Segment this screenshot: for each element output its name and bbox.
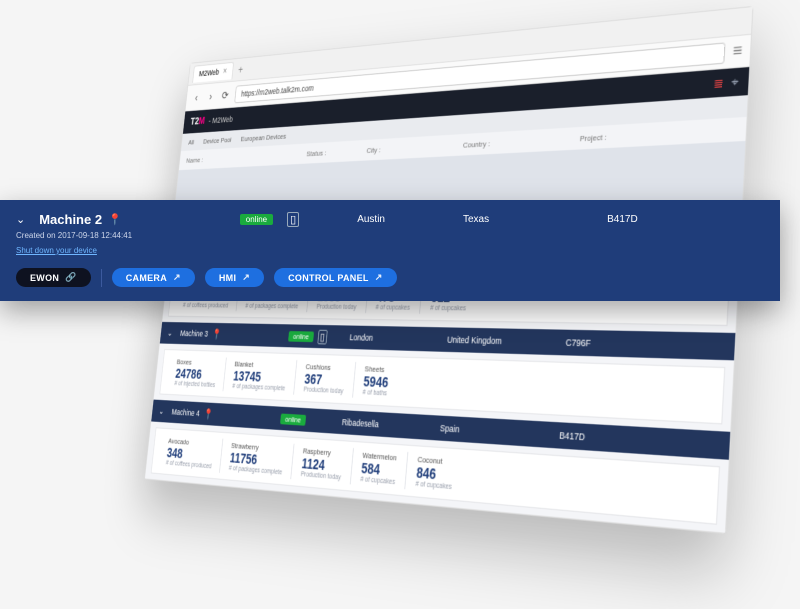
- browser-tab[interactable]: M2Web ×: [192, 61, 233, 82]
- forward-icon[interactable]: ›: [206, 90, 216, 103]
- created-text: Created on 2017-09-18 12:44:41: [16, 231, 764, 240]
- control-panel-button[interactable]: CONTROL PANEL ↗: [274, 268, 396, 287]
- external-link-icon: ↗: [242, 272, 250, 283]
- kpi-sublabel: # of baths: [362, 389, 387, 397]
- hmi-button[interactable]: HMI ↗: [205, 268, 264, 287]
- kpi-card: Strawberry11756# of packages complete: [219, 439, 294, 480]
- pin-icon: 📍: [211, 328, 222, 340]
- kpi-card: Watermelon584# of cupcakes: [350, 448, 408, 489]
- machine-city: Ribadesella: [341, 417, 440, 433]
- col-city[interactable]: City :: [366, 140, 463, 154]
- expanded-country: Texas: [463, 214, 489, 225]
- kpi-sublabel: Production today: [316, 304, 356, 311]
- device-icon: ▯: [287, 212, 299, 227]
- kpi-sublabel: # of injected bottles: [174, 380, 215, 388]
- machine-country: Spain: [440, 423, 560, 441]
- filter-all[interactable]: All: [188, 138, 195, 146]
- pin-icon: 📍: [108, 213, 122, 226]
- ewon-button[interactable]: EWON 🔗: [16, 268, 91, 287]
- shutdown-link[interactable]: Shut down your device: [16, 246, 97, 255]
- device-icon: ▯: [317, 329, 327, 344]
- external-link-icon: ↗: [173, 272, 181, 283]
- chevron-down-icon: ⌄: [167, 328, 173, 338]
- kpi-sublabel: Production today: [303, 386, 343, 395]
- status-badge: online: [288, 331, 314, 342]
- back-icon[interactable]: ‹: [191, 91, 201, 104]
- machine-name: Machine 4: [171, 407, 200, 418]
- kpi-sublabel: # of packages complete: [232, 383, 285, 392]
- chevron-down-icon[interactable]: ⌄: [16, 213, 25, 226]
- col-status[interactable]: Status :: [306, 146, 367, 158]
- kpi-sublabel: # of cupcakes: [375, 304, 410, 311]
- machine-country: United Kingdom: [447, 335, 566, 348]
- expanded-machine-panel: ⌄ Machine 2 📍 online ▯ Austin Texas B417…: [0, 200, 780, 301]
- expanded-title: Machine 2 📍: [39, 212, 122, 227]
- new-tab-icon[interactable]: +: [238, 63, 244, 76]
- col-country[interactable]: Country :: [463, 134, 581, 150]
- kpi-value: 367: [304, 371, 345, 388]
- machine-city: London: [349, 332, 447, 344]
- chevron-down-icon: ⌄: [158, 406, 164, 416]
- address-text: https://m2web.talk2m.com: [241, 83, 315, 98]
- kpi-value: 5946: [363, 373, 389, 390]
- filter-euro[interactable]: European Devices: [241, 132, 287, 143]
- filter-device-pool[interactable]: Device Pool: [203, 135, 232, 145]
- status-badge: online: [280, 413, 306, 425]
- col-project[interactable]: Project :: [580, 126, 709, 143]
- reload-icon[interactable]: ⟳: [220, 88, 231, 101]
- kpi-sublabel: # of coffees produced: [183, 302, 229, 309]
- tab-title: M2Web: [199, 68, 220, 79]
- brand-logo: T2M: [190, 116, 205, 127]
- kpi-card: Cushions367Production today: [293, 360, 355, 398]
- menu-icon[interactable]: ≡: [732, 41, 742, 61]
- external-link-icon: ↗: [375, 272, 383, 283]
- list-view-icon[interactable]: ≣: [713, 75, 724, 92]
- kpi-card: Sheets5946# of baths: [352, 362, 399, 400]
- kpi-card: Raspberry1124Production today: [290, 444, 352, 485]
- kpi-card: Blanket13745# of packages complete: [223, 358, 297, 395]
- separator: [101, 269, 102, 287]
- kpi-sublabel: # of packages complete: [245, 303, 298, 310]
- machine-project: C796F: [565, 337, 696, 351]
- pin-icon: 📍: [203, 408, 214, 421]
- kpi-card: Coconut846# of cupcakes: [404, 452, 464, 494]
- map-pin-icon[interactable]: ⌖: [731, 74, 739, 91]
- expanded-project: B417D: [607, 214, 638, 225]
- kpi-card: Avocado348# of coffees produced: [157, 434, 222, 473]
- camera-button[interactable]: CAMERA ↗: [112, 268, 195, 287]
- kpi-card: Boxes24786# of injected bottles: [166, 356, 226, 392]
- expanded-city: Austin: [357, 214, 385, 225]
- close-icon[interactable]: ×: [223, 66, 228, 76]
- kpi-sublabel: # of cupcakes: [430, 305, 466, 312]
- machine-project: B417D: [559, 430, 691, 449]
- link-icon: 🔗: [65, 272, 77, 283]
- kpi-sublabel: # of cupcakes: [360, 476, 395, 486]
- machine-name: Machine 3: [180, 329, 209, 339]
- brand-subtitle: - M2Web: [208, 115, 233, 126]
- col-name[interactable]: Name :: [186, 149, 307, 164]
- status-badge: online: [240, 214, 273, 225]
